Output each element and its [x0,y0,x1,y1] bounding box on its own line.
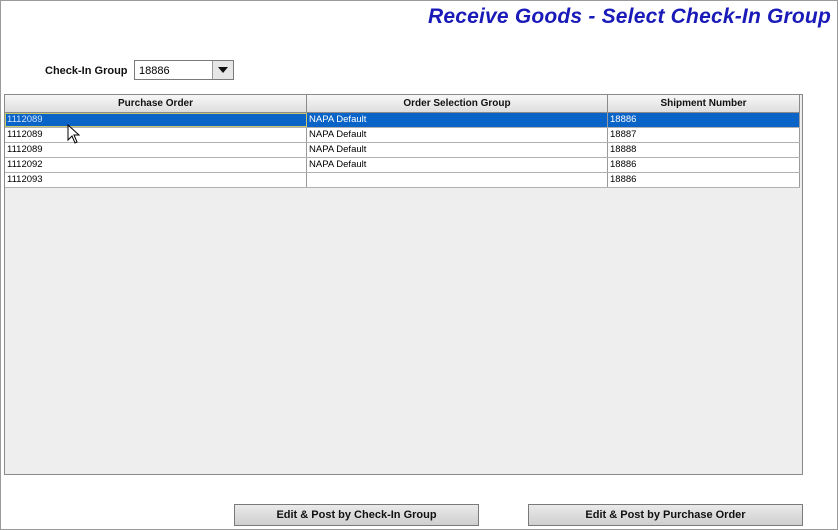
checkin-group-label: Check-In Group [45,65,128,77]
cell-order-selection-group[interactable]: NAPA Default [307,113,608,127]
grid-header: Purchase Order Order Selection Group Shi… [5,95,800,113]
cell-purchase-order[interactable]: 1112092 [5,158,307,172]
purchase-order-grid[interactable]: Purchase Order Order Selection Group Shi… [4,94,803,475]
cell-shipment-number[interactable]: 18887 [608,128,800,142]
cell-purchase-order[interactable]: 1112089 [5,143,307,157]
cell-order-selection-group[interactable]: NAPA Default [307,128,608,142]
cell-purchase-order[interactable]: 1112089 [5,128,307,142]
cell-purchase-order[interactable]: 1112093 [5,173,307,187]
cell-order-selection-group[interactable]: NAPA Default [307,158,608,172]
table-row[interactable]: 1112089 NAPA Default 18888 [5,143,800,158]
mouse-pointer-icon [67,124,81,144]
cell-shipment-number[interactable]: 18886 [608,173,800,187]
edit-post-by-checkin-group-button[interactable]: Edit & Post by Check-In Group [234,504,479,526]
chevron-down-icon [218,66,228,73]
cell-shipment-number[interactable]: 18886 [608,113,800,127]
cell-order-selection-group[interactable]: NAPA Default [307,143,608,157]
checkin-group-value: 18886 [139,65,170,77]
cell-shipment-number[interactable]: 18888 [608,143,800,157]
dropdown-button[interactable] [212,61,233,79]
cell-shipment-number[interactable]: 18886 [608,158,800,172]
edit-post-by-purchase-order-button[interactable]: Edit & Post by Purchase Order [528,504,803,526]
cell-purchase-order[interactable]: 1112089 [5,113,307,127]
column-header-order-selection-group[interactable]: Order Selection Group [307,95,608,112]
checkin-group-dropdown[interactable]: 18886 [134,60,234,80]
grid-rows: 1112089 NAPA Default 18886 1112089 NAPA … [5,113,800,188]
table-row[interactable]: 1112093 18886 [5,173,800,188]
column-header-purchase-order[interactable]: Purchase Order [5,95,307,112]
cell-order-selection-group[interactable] [307,173,608,187]
table-row[interactable]: 1112089 NAPA Default 18886 [5,113,800,128]
table-row[interactable]: 1112089 NAPA Default 18887 [5,128,800,143]
table-row[interactable]: 1112092 NAPA Default 18886 [5,158,800,173]
window-frame: Receive Goods - Select Check-In Group Ch… [0,0,838,530]
column-header-shipment-number[interactable]: Shipment Number [608,95,800,112]
page-title: Receive Goods - Select Check-In Group [427,5,831,28]
